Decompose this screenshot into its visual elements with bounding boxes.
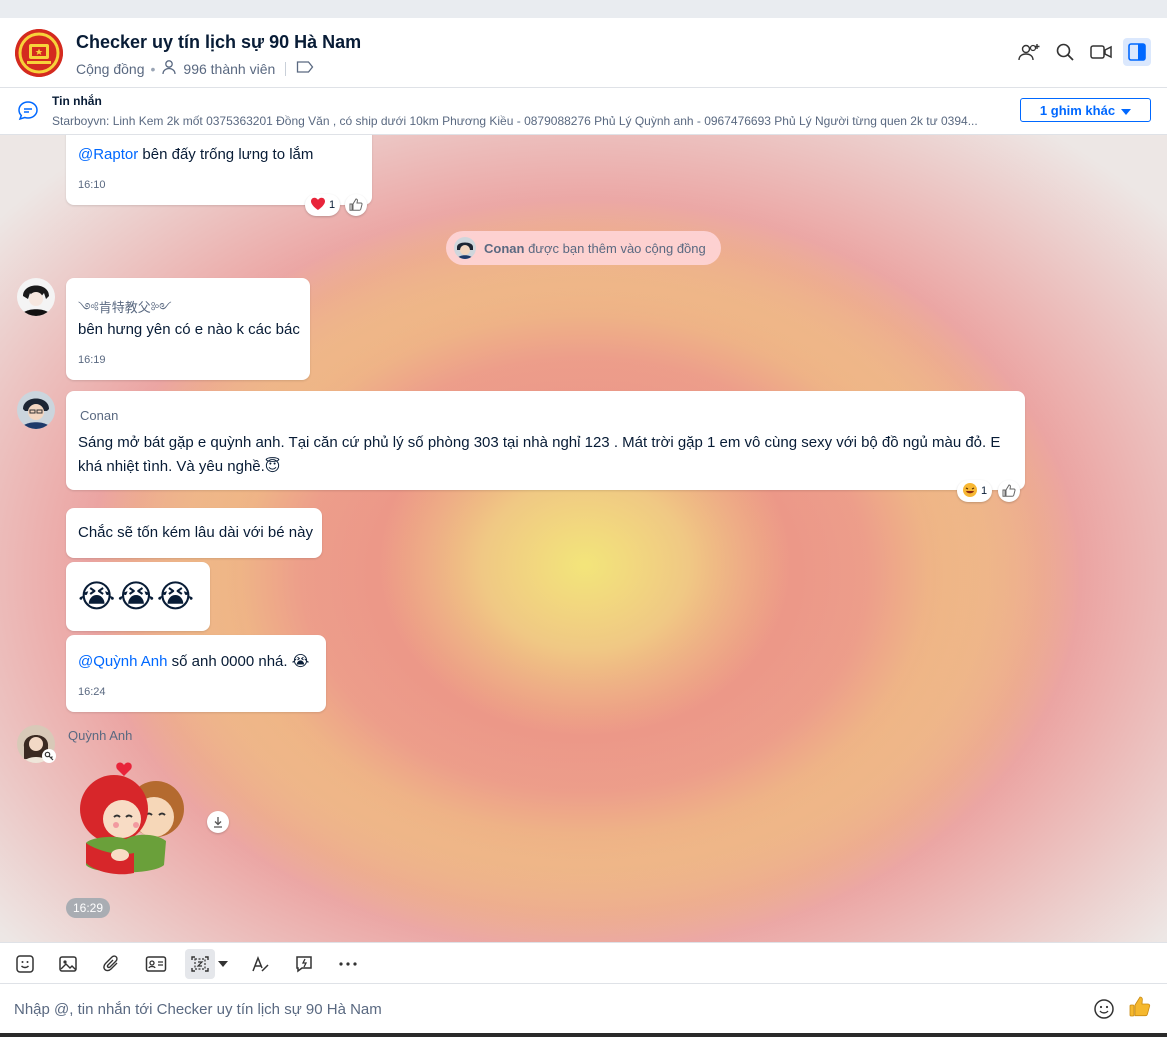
separator-dot: • <box>150 60 156 77</box>
screenshot-button[interactable] <box>185 949 215 979</box>
group-subtitle: Cộng đồng • 996 thành viên <box>76 59 314 78</box>
message-body: bên đấy trống lưng to lắm <box>138 146 314 163</box>
more-pins-label: 1 ghim khác <box>1039 102 1116 118</box>
reaction-count: 1 <box>981 485 988 497</box>
add-member-button[interactable] <box>1015 38 1043 66</box>
sidebar-panel-icon <box>1128 43 1146 61</box>
sender-name[interactable]: Quỳnh Anh <box>68 728 132 743</box>
video-call-button[interactable] <box>1087 38 1115 66</box>
message-text: Chắc sẽ tốn kém lâu dài với bé này <box>78 524 313 541</box>
message-time: 16:10 <box>78 179 106 191</box>
quick-like-button[interactable] <box>1128 995 1152 1024</box>
caret-down-icon <box>1121 103 1132 118</box>
download-button[interactable] <box>207 811 229 833</box>
message-time: 16:24 <box>78 686 106 698</box>
message-text: Sáng mở bát gặp e quỳnh anh. Tại căn cứ … <box>78 434 1001 475</box>
tag-icon[interactable] <box>296 60 314 77</box>
group-avatar[interactable] <box>15 29 63 77</box>
screenshot-options-button[interactable] <box>214 949 232 979</box>
download-icon <box>214 817 222 828</box>
crying-emoji-row: 😭😭😭 <box>78 578 197 614</box>
avatar[interactable] <box>17 391 55 429</box>
message-bubble[interactable]: Chắc sẽ tốn kém lâu dài với bé này <box>66 508 322 558</box>
contact-card-button[interactable] <box>141 949 171 979</box>
more-pins-button[interactable]: 1 ghim khác <box>1020 98 1151 122</box>
person-icon <box>161 59 177 78</box>
message-body: số anh 0000 nhá. 😭 <box>167 653 310 670</box>
screenshot-icon <box>191 956 209 972</box>
image-button[interactable] <box>53 949 83 979</box>
message-bubble[interactable]: @Quỳnh Anh số anh 0000 nhá. 😭 16:24 <box>66 635 326 712</box>
caret-down-icon <box>218 961 228 967</box>
laugh-emoji-icon <box>962 482 978 501</box>
search-icon <box>1056 43 1074 61</box>
divider <box>285 61 287 76</box>
search-button[interactable] <box>1051 38 1079 66</box>
paperclip-icon <box>103 955 118 972</box>
system-notice: Conan được bạn thêm vào cộng đồng <box>446 231 721 265</box>
add-group-icon <box>1018 44 1040 61</box>
chat-area[interactable]: @Raptor bên đấy trống lưng to lắm 16:10 … <box>0 135 1167 942</box>
window-top-strip <box>0 0 1167 18</box>
avatar[interactable] <box>454 237 476 259</box>
header-actions <box>1015 38 1151 66</box>
system-name[interactable]: Conan <box>484 241 524 256</box>
sticker-icon <box>16 955 34 973</box>
text-format-button[interactable] <box>245 949 275 979</box>
attach-file-button[interactable] <box>97 949 127 979</box>
message-bubble[interactable]: Conan Sáng mở bát gặp e quỳnh anh. Tại c… <box>66 391 1025 490</box>
like-button[interactable] <box>345 194 367 216</box>
avatar[interactable] <box>17 278 55 316</box>
message-text: bên hưng yên có e nào k các bác <box>78 321 300 338</box>
text-format-icon <box>252 955 269 972</box>
contact-card-icon <box>145 956 167 972</box>
composer-toolbar <box>0 942 1167 984</box>
toggle-panel-button[interactable] <box>1123 38 1151 66</box>
message-time: 16:19 <box>78 354 106 366</box>
message-input[interactable]: Nhập @, tin nhắn tới Checker uy tín lịch… <box>14 1001 382 1018</box>
heart-icon <box>310 197 326 214</box>
member-count[interactable]: 996 thành viên <box>183 61 275 77</box>
key-badge-icon <box>42 749 56 763</box>
pinned-label: Tin nhắn <box>52 94 102 108</box>
video-icon <box>1090 45 1112 59</box>
message-composer[interactable]: Nhập @, tin nhắn tới Checker uy tín lịch… <box>0 984 1167 1034</box>
pinned-message-bar[interactable]: Tin nhắn Starboyvn: Linh Kem 2k mốt 0375… <box>0 88 1167 135</box>
thumbs-up-icon <box>349 198 363 211</box>
sender-name[interactable]: Conan <box>80 408 118 423</box>
pinned-text[interactable]: Starboyvn: Linh Kem 2k mốt 0375363201 Đồ… <box>52 114 997 128</box>
quick-message-button[interactable] <box>289 949 319 979</box>
reaction-heart[interactable]: 1 <box>305 194 341 216</box>
reaction-count: 1 <box>329 199 336 211</box>
mention-link[interactable]: @Raptor <box>78 146 138 163</box>
sticker-button[interactable] <box>10 949 40 979</box>
message-bubble[interactable]: 😭😭😭 <box>66 562 210 631</box>
message-time: 16:29 <box>66 898 111 918</box>
image-icon <box>59 956 77 972</box>
group-title: Checker uy tín lịch sự 90 Hà Nam <box>76 32 362 52</box>
like-button[interactable] <box>998 480 1020 502</box>
more-dots-icon <box>339 962 357 966</box>
message-text: @Raptor bên đấy trống lưng to lắm <box>78 146 313 163</box>
emoji-button[interactable] <box>1093 998 1115 1025</box>
more-options-button[interactable] <box>333 949 363 979</box>
chat-header: Checker uy tín lịch sự 90 Hà Nam Cộng đồ… <box>0 18 1167 88</box>
mention-link[interactable]: @Quỳnh Anh <box>78 653 167 670</box>
message-bubble-icon <box>16 99 40 128</box>
group-type-label: Cộng đồng <box>76 60 145 77</box>
sticker-hug-image[interactable] <box>66 757 196 887</box>
emoji-icon <box>1094 999 1114 1019</box>
message-text: @Quỳnh Anh số anh 0000 nhá. 😭 <box>78 652 309 670</box>
reaction-laugh[interactable]: 1 <box>957 480 993 502</box>
system-body: được bạn thêm vào cộng đồng <box>524 240 706 256</box>
window-bottom-edge <box>0 1033 1167 1037</box>
thumbs-up-icon <box>1129 996 1151 1017</box>
message-bubble[interactable]: ༺肯特教父༻ bên hưng yên có e nào k các bác 1… <box>66 278 310 380</box>
quick-message-icon <box>296 956 312 973</box>
thumbs-up-icon <box>1002 484 1016 497</box>
system-text: Conan được bạn thêm vào cộng đồng <box>484 241 706 256</box>
